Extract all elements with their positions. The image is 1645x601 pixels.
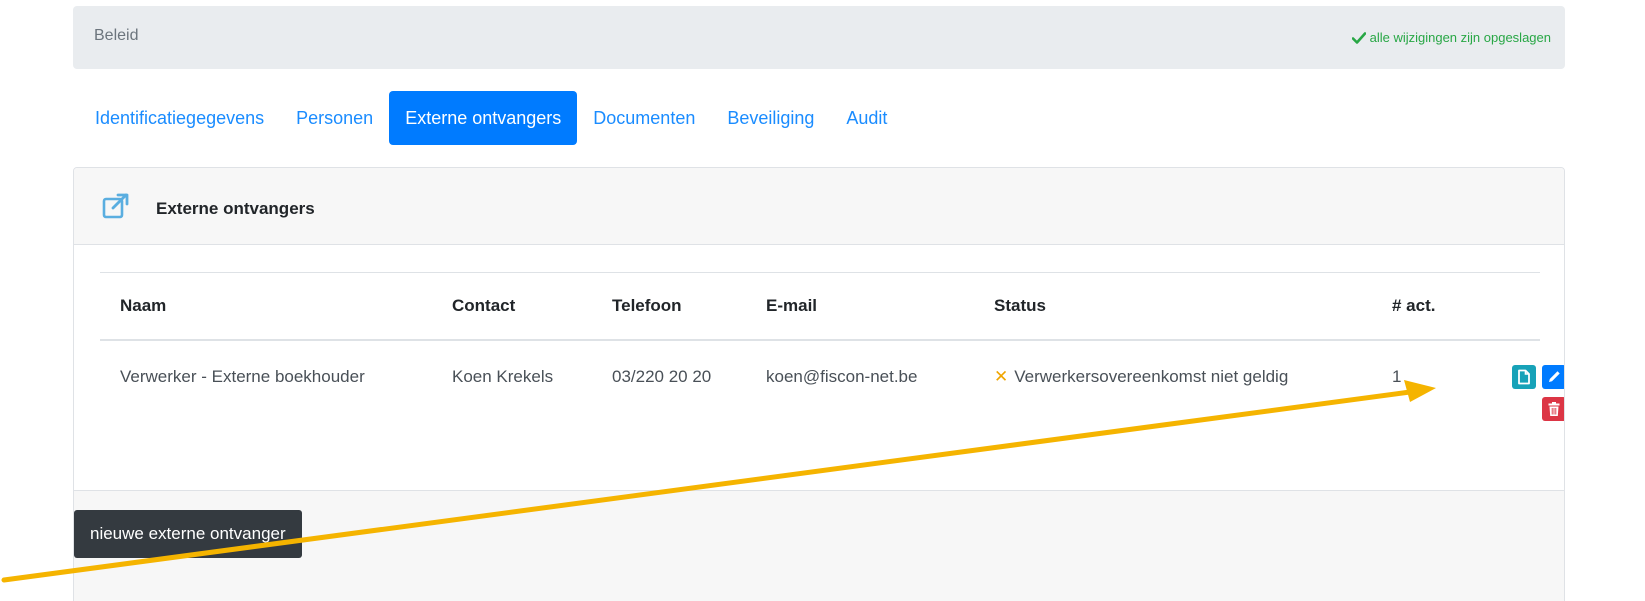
column-header-naam[interactable]: Naam [100,272,432,341]
page: Beleid alle wijzigingen zijn opgeslagen … [0,0,1645,601]
tab-audit[interactable]: Audit [830,91,903,145]
tab-externe-ontvangers[interactable]: Externe ontvangers [389,91,578,145]
card-footer: nieuwe externe ontvanger [74,490,1564,601]
cell-email-text: koen@fiscon-net.be [766,367,918,386]
delete-button[interactable] [1542,397,1564,421]
column-header-act[interactable]: # act. [1372,272,1492,341]
cell-telefoon-text: 03/220 20 20 [612,367,712,386]
column-header-contact[interactable]: Contact [432,272,592,341]
cell-contact: Koen Krekels [432,340,592,441]
view-document-button[interactable] [1512,365,1536,389]
external-recipients-card: Externe ontvangers Naam Contact Telefoon… [73,167,1565,601]
check-icon [1351,31,1366,44]
cell-status-text: Verwerkersovereenkomst niet geldig [1014,367,1289,386]
cell-act-text: 1 [1392,367,1402,386]
column-header-email[interactable]: E-mail [746,272,974,341]
breadcrumb: Beleid [94,27,139,44]
tab-beveiliging[interactable]: Beveiliging [711,91,830,145]
breadcrumb-bar: Beleid alle wijzigingen zijn opgeslagen [73,6,1565,69]
cell-actions [1492,340,1564,441]
cell-naam: Verwerker - Externe boekhouder [100,340,432,441]
table-row: Verwerker - Externe boekhouder Koen Krek… [100,340,1564,441]
cell-telefoon: 03/220 20 20 [592,340,746,441]
cell-act: 1 [1372,340,1492,441]
pencil-icon [1549,371,1560,382]
column-header-status[interactable]: Status [974,272,1372,341]
column-header-telefoon[interactable]: Telefoon [592,272,746,341]
table-header-row: Naam Contact Telefoon E-mail Status # ac… [100,272,1540,341]
row-actions [1512,361,1564,441]
document-icon [1518,369,1530,385]
tab-personen[interactable]: Personen [280,91,389,145]
save-status-text: alle wijzigingen zijn opgeslagen [1369,30,1551,45]
column-header-actions [1492,272,1540,341]
trash-icon [1548,402,1560,416]
cell-naam-text: Verwerker - Externe boekhouder [120,367,365,386]
cross-icon: ✕ [994,367,1009,386]
new-external-recipient-button[interactable]: nieuwe externe ontvanger [74,510,302,558]
external-link-icon [102,193,129,219]
tab-bar: Identificatiegegevens Personen Externe o… [73,91,903,145]
tab-documenten[interactable]: Documenten [577,91,711,145]
save-status: alle wijzigingen zijn opgeslagen [1351,30,1551,45]
cell-email: koen@fiscon-net.be [746,340,974,441]
tab-identificatiegegevens[interactable]: Identificatiegegevens [73,91,280,145]
card-body: Naam Contact Telefoon E-mail Status # ac… [74,245,1564,490]
cell-contact-text: Koen Krekels [452,367,554,386]
card-title: Externe ontvangers [156,199,315,218]
edit-button[interactable] [1542,365,1564,389]
cell-status: ✕ Verwerkersovereenkomst niet geldig [974,340,1372,441]
card-header: Externe ontvangers [74,168,1564,245]
recipients-table: Naam Contact Telefoon E-mail Status # ac… [100,272,1564,441]
